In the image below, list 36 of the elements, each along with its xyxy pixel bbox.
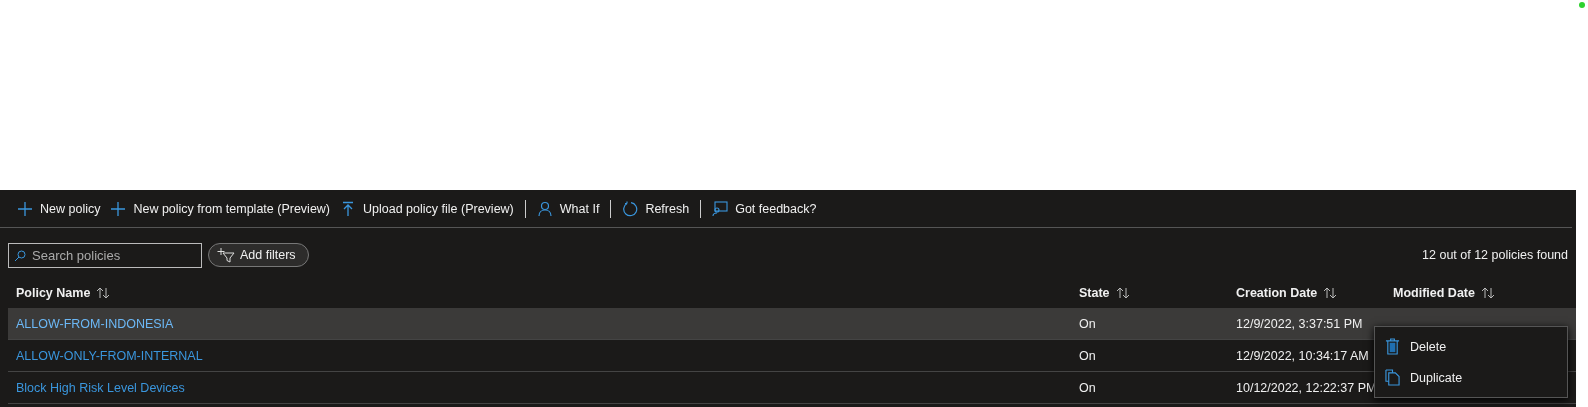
person-icon — [536, 200, 553, 217]
toolbar-button[interactable]: Refresh — [617, 193, 695, 224]
policy-link[interactable]: Block High Risk Level Devices — [8, 380, 1071, 395]
table-cell-text: 12/9/2022, 3:37:51 PM — [1235, 316, 1364, 331]
column-header[interactable]: Modified Date — [1385, 286, 1503, 300]
table-cell-text: On — [1078, 316, 1097, 331]
toolbar-button[interactable]: Got feedback? — [707, 193, 822, 224]
sort-icon — [1480, 287, 1495, 299]
toolbar-button[interactable]: New policy from template (Preview) — [105, 193, 336, 224]
toolbar-button[interactable]: Upload policy file (Preview) — [335, 193, 519, 224]
column-header[interactable]: Creation Date — [1228, 286, 1346, 300]
search-icon — [14, 249, 26, 262]
toolbar-button[interactable]: New policy — [12, 193, 106, 224]
policy-link[interactable]: ALLOW-ONLY-FROM-INTERNAL — [8, 348, 1071, 363]
search-field[interactable]: Search policies — [8, 242, 202, 268]
table-row[interactable]: ALLOW-FROM-INDONESIA On 12/9/2022, 3:37:51 PM — [8, 308, 1576, 340]
sort-icon — [1115, 287, 1130, 299]
toolbar-button[interactable]: What If — [531, 193, 605, 224]
sort-icon — [1323, 287, 1338, 299]
refresh-icon — [622, 200, 639, 217]
add-filters-button[interactable]: Add filters — [208, 243, 309, 267]
result-count: 12 out of 12 policies found — [1422, 248, 1568, 262]
table-cell-text: On — [1078, 380, 1097, 395]
trash-icon — [1385, 338, 1400, 355]
table-cell-text: 12/9/2022, 10:34:17 AM — [1235, 348, 1370, 363]
feedback-icon — [712, 200, 729, 217]
sort-icon — [96, 287, 111, 299]
column-header[interactable]: Policy Name — [8, 286, 119, 300]
filter-icon — [217, 247, 235, 263]
column-header[interactable]: State — [1071, 286, 1138, 300]
plus-icon — [17, 200, 33, 217]
policy-link[interactable]: ALLOW-FROM-INDONESIA — [8, 316, 1071, 331]
plus-icon — [110, 200, 127, 217]
copy-icon — [1385, 369, 1400, 386]
status-dot-icon — [1579, 2, 1585, 8]
table-cell-text: On — [1078, 348, 1097, 363]
